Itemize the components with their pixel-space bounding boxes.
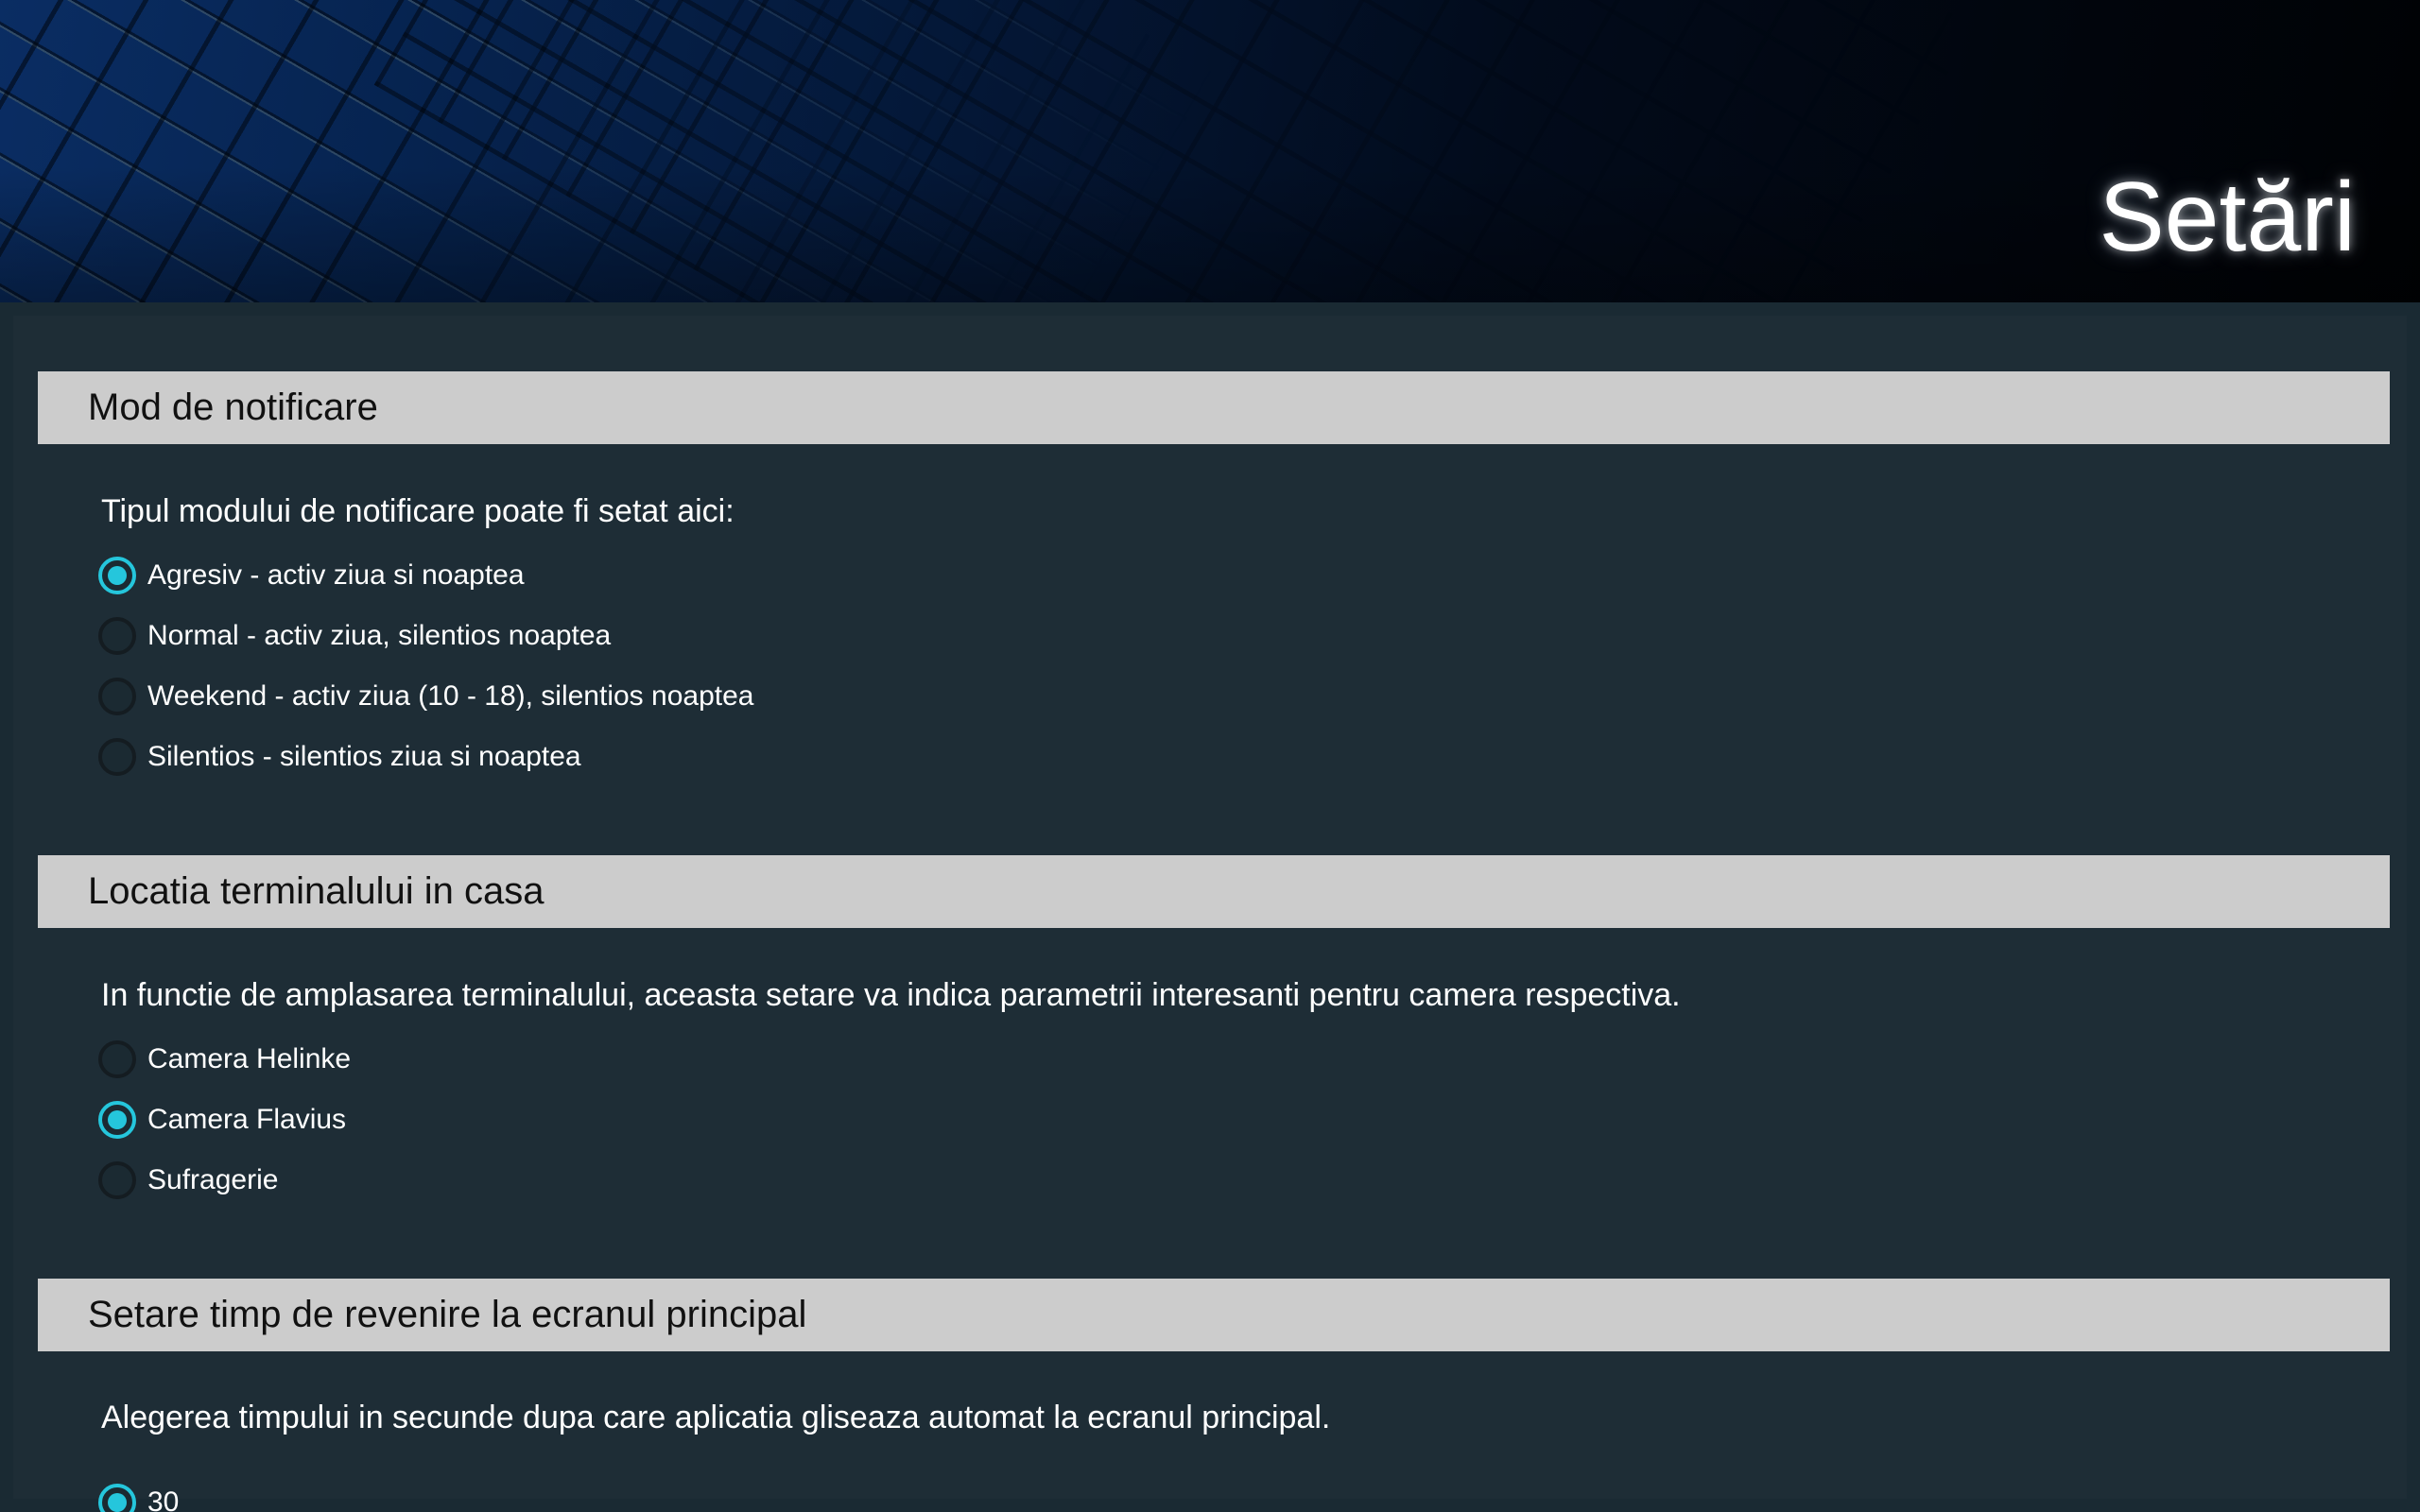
settings-screen: Setări Mod de notificare Tipul modului d… xyxy=(0,0,2420,1512)
section-description-terminal-location: In functie de amplasarea terminalului, a… xyxy=(101,977,1681,1013)
radio-option-silent[interactable]: Silentios - silentios ziua si noaptea xyxy=(98,735,581,779)
radio-option-normal[interactable]: Normal - activ ziua, silentios noaptea xyxy=(98,614,611,658)
radio-option-weekend[interactable]: Weekend - activ ziua (10 - 18), silentio… xyxy=(98,675,753,718)
section-description-notification-mode: Tipul modului de notificare poate fi set… xyxy=(101,493,735,529)
section-header-return-timeout: Setare timp de revenire la ecranul princ… xyxy=(38,1279,2390,1351)
radio-label: Normal - activ ziua, silentios noaptea xyxy=(147,620,612,651)
radio-button-checked[interactable] xyxy=(98,557,136,594)
radio-label: Camera Flavius xyxy=(147,1104,347,1135)
radio-button[interactable] xyxy=(98,1161,136,1199)
section-header-notification-mode: Mod de notificare xyxy=(38,371,2390,444)
radio-label: Weekend - activ ziua (10 - 18), silentio… xyxy=(147,680,754,712)
radio-button[interactable] xyxy=(98,1040,136,1078)
radio-label: 30 xyxy=(147,1486,180,1512)
section-description-return-timeout: Alegerea timpului in secunde dupa care a… xyxy=(101,1400,1331,1435)
settings-panel: Mod de notificare Tipul modului de notif… xyxy=(0,302,2420,1512)
radio-label: Sufragerie xyxy=(147,1164,279,1195)
radio-button[interactable] xyxy=(98,617,136,655)
radio-option-timeout-30[interactable]: 30 xyxy=(98,1481,179,1512)
radio-option-camera-helinke[interactable]: Camera Helinke xyxy=(98,1038,351,1081)
radio-button-checked[interactable] xyxy=(98,1101,136,1139)
radio-label: Agresiv - activ ziua si noaptea xyxy=(147,559,525,591)
page-title: Setări xyxy=(2099,163,2356,272)
radio-label: Silentios - silentios ziua si noaptea xyxy=(147,741,581,772)
radio-button-checked[interactable] xyxy=(98,1484,136,1512)
radio-label: Camera Helinke xyxy=(147,1043,352,1074)
header-banner: Setări xyxy=(0,0,2420,302)
radio-button[interactable] xyxy=(98,738,136,776)
radio-option-camera-flavius[interactable]: Camera Flavius xyxy=(98,1098,346,1142)
section-header-terminal-location: Locatia terminalului in casa xyxy=(38,855,2390,928)
radio-button[interactable] xyxy=(98,678,136,715)
radio-option-aggressive[interactable]: Agresiv - activ ziua si noaptea xyxy=(98,554,525,597)
radio-option-sufragerie[interactable]: Sufragerie xyxy=(98,1159,278,1202)
